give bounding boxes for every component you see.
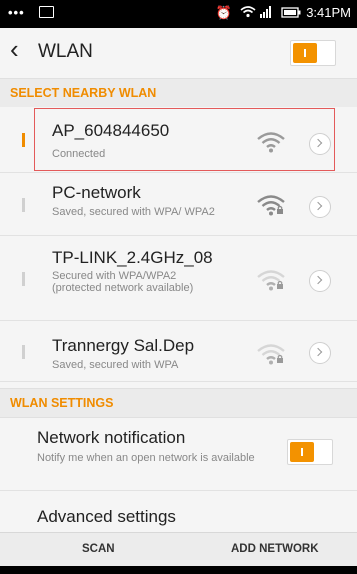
network-name: Trannergy Sal.Dep bbox=[52, 336, 195, 355]
header: ‹ WLAN bbox=[0, 28, 357, 76]
wifi-icon bbox=[240, 5, 260, 20]
wifi-signal-icon bbox=[257, 132, 285, 153]
alarm-icon: ⏰ bbox=[215, 5, 232, 20]
network-item[interactable]: TP-LINK_2.4GHz_08 Secured with WPA/WPA2 … bbox=[0, 236, 357, 321]
status-bar: ••• ⏰ 3:41PM bbox=[0, 0, 357, 28]
status-time: 3:41PM bbox=[306, 5, 351, 20]
network-indicator bbox=[22, 272, 25, 286]
network-item[interactable]: PC-network Saved, secured with WPA/ WPA2 bbox=[0, 173, 357, 236]
section-nearby-wlan: SELECT NEARBY WLAN bbox=[0, 78, 357, 108]
network-name: PC-network bbox=[52, 183, 141, 202]
connected-indicator bbox=[22, 133, 25, 147]
signal-icon bbox=[259, 5, 276, 20]
wifi-secured-weak-icon bbox=[257, 344, 285, 365]
network-status: Connected bbox=[52, 148, 106, 160]
network-item[interactable]: AP_604844650 Connected bbox=[0, 107, 357, 173]
battery-icon bbox=[280, 5, 305, 20]
setting-title: Network notification bbox=[37, 428, 186, 447]
network-name: AP_604844650 bbox=[52, 121, 170, 140]
wlan-toggle[interactable] bbox=[290, 40, 336, 66]
network-status: Saved, secured with WPA/ WPA2 bbox=[52, 206, 215, 218]
section-title: WLAN SETTINGS bbox=[10, 396, 114, 410]
wifi-secured-weak-icon bbox=[257, 270, 285, 291]
network-status: Saved, secured with WPA bbox=[52, 359, 179, 371]
wlan-screen: ••• ⏰ 3:41PM ‹ WLAN SELECT NEARBY WLAN A… bbox=[0, 0, 357, 574]
wifi-secured-icon bbox=[257, 195, 285, 216]
network-details-button[interactable] bbox=[309, 133, 331, 155]
network-indicator bbox=[22, 345, 25, 359]
back-chevron-icon[interactable]: ‹ bbox=[10, 34, 19, 65]
bottom-edge bbox=[0, 566, 357, 574]
network-details-button[interactable] bbox=[309, 270, 331, 292]
advanced-settings-row[interactable]: Advanced settings bbox=[0, 491, 357, 532]
image-icon bbox=[39, 5, 55, 18]
network-details-button[interactable] bbox=[309, 342, 331, 364]
add-network-button[interactable]: ADD NETWORK bbox=[231, 543, 319, 555]
network-notification-row[interactable]: Network notification Notify me when an o… bbox=[0, 418, 357, 491]
bottom-action-bar: SCAN ADD NETWORK bbox=[0, 532, 357, 567]
setting-title: Advanced settings bbox=[37, 507, 176, 526]
network-name: TP-LINK_2.4GHz_08 bbox=[52, 248, 213, 267]
dots-icon: ••• bbox=[8, 5, 25, 20]
scan-button[interactable]: SCAN bbox=[82, 543, 115, 555]
network-item[interactable]: Trannergy Sal.Dep Saved, secured with WP… bbox=[0, 321, 357, 382]
section-title: SELECT NEARBY WLAN bbox=[10, 86, 157, 100]
page-title: WLAN bbox=[38, 41, 93, 62]
network-indicator bbox=[22, 198, 25, 212]
network-details-button[interactable] bbox=[309, 196, 331, 218]
network-status: Secured with WPA/WPA2 (protected network… bbox=[52, 270, 194, 294]
section-wlan-settings: WLAN SETTINGS bbox=[0, 388, 357, 418]
setting-subtitle: Notify me when an open network is availa… bbox=[37, 452, 255, 464]
network-notification-toggle[interactable] bbox=[287, 439, 333, 465]
